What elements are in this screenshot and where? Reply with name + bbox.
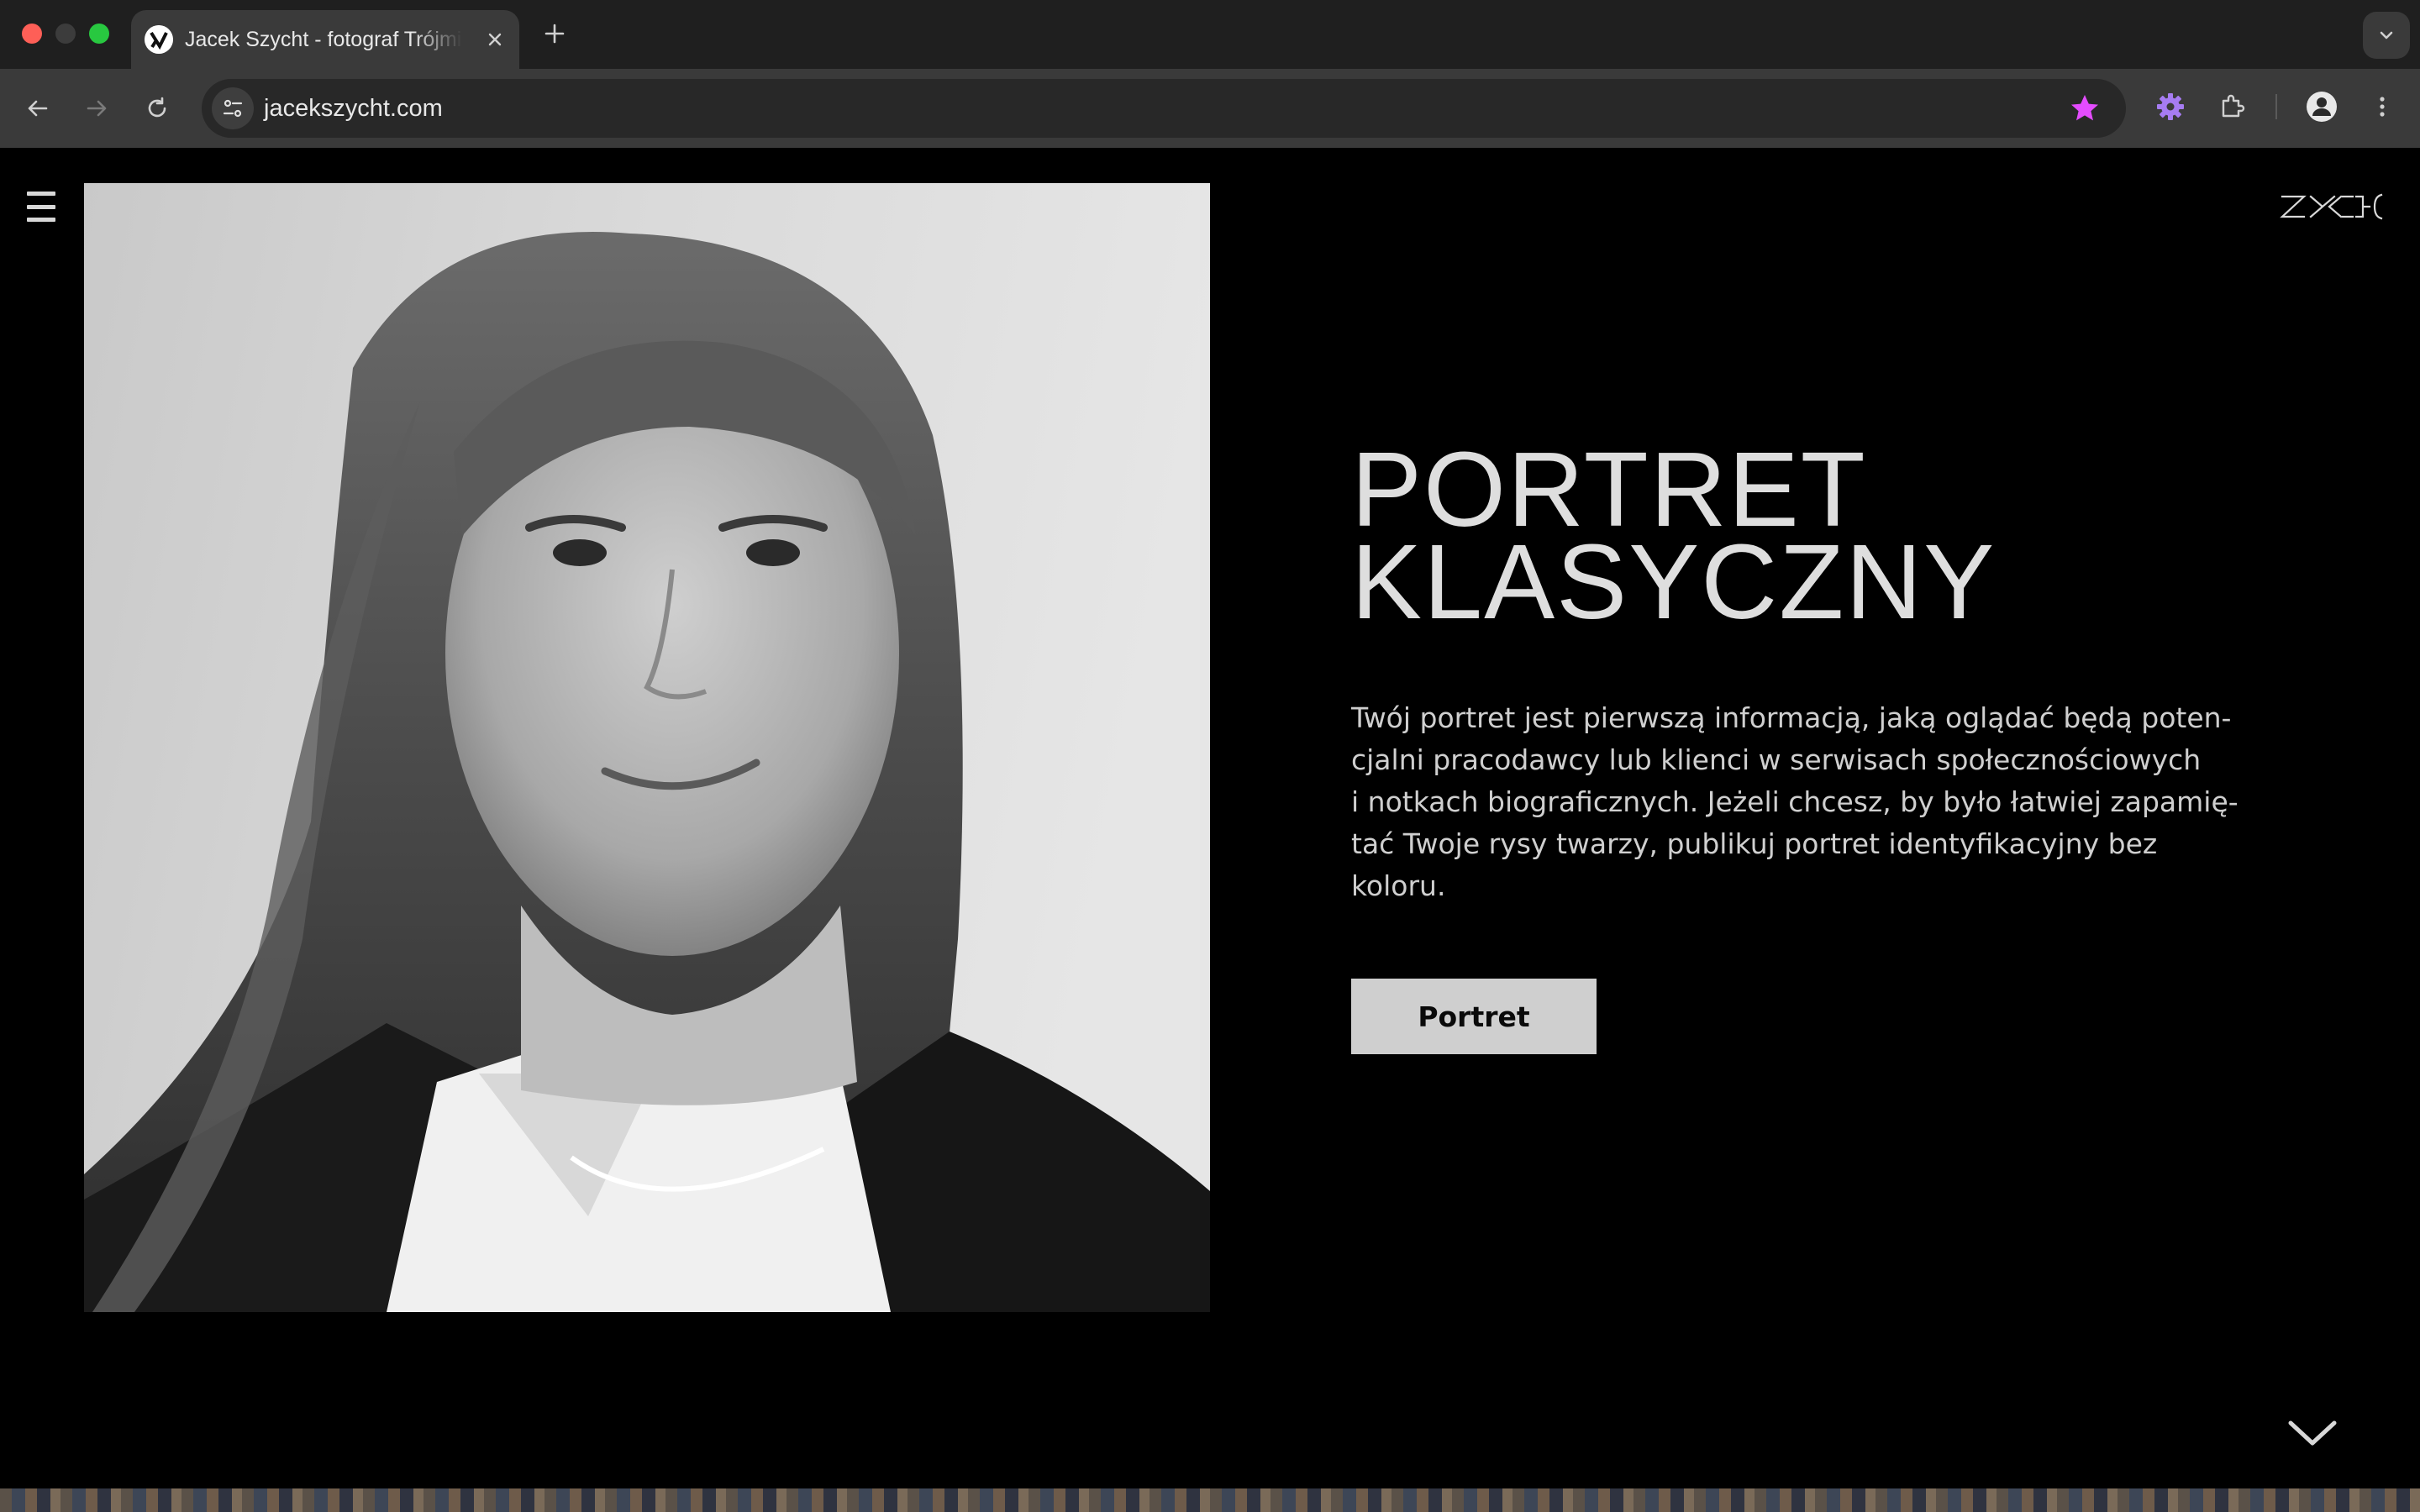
portrait-photo	[84, 183, 1210, 1312]
portret-button[interactable]: Portret	[1351, 979, 1597, 1054]
hero-description-line: cjalni pracodawcy lub klienci w serwisac…	[1351, 743, 2202, 776]
tab-close-icon[interactable]	[482, 27, 508, 52]
url-text[interactable]: jacekszycht.com	[264, 79, 443, 138]
hero-description-line: tać Twoje rysy twarzy, publikuj portret …	[1351, 827, 2158, 860]
hamburger-icon[interactable]	[27, 192, 55, 222]
site-logo[interactable]	[2279, 190, 2386, 223]
extension-gear-icon[interactable]	[2151, 87, 2190, 126]
hero-description-line: koloru.	[1351, 869, 1446, 902]
tab-title: Jacek Szycht - fotograf Trójmiasto	[185, 28, 462, 51]
hero-description-line: i notkach biograficznych. Jeżeli chcesz,…	[1351, 785, 2238, 818]
browser-menu-icon[interactable]	[2363, 87, 2402, 126]
next-section-preview	[0, 1488, 2420, 1512]
browser-tab-active[interactable]: Jacek Szycht - fotograf Trójmiasto	[131, 10, 519, 69]
window-maximize-button[interactable]	[89, 24, 109, 44]
hero-description: Twój portret jest pierwszą informacją, j…	[1351, 697, 2238, 907]
address-bar[interactable]: jacekszycht.com	[202, 79, 2126, 138]
bookmark-star-icon[interactable]	[2069, 92, 2101, 124]
window-close-button[interactable]	[22, 24, 42, 44]
profile-avatar-icon[interactable]	[2302, 87, 2341, 126]
site-favicon-icon	[145, 25, 173, 54]
page-content: PORTRET KLASYCZNY Twój portret jest pier…	[0, 148, 2420, 1512]
back-button[interactable]	[18, 89, 57, 128]
reload-button[interactable]	[138, 89, 176, 128]
tab-search-button[interactable]	[2363, 12, 2410, 59]
hero-description-line: Twój portret jest pierwszą informacją, j…	[1351, 701, 2232, 734]
hero-title: PORTRET KLASYCZNY	[1351, 437, 2275, 641]
site-info-icon[interactable]	[212, 87, 254, 129]
forward-button[interactable]	[77, 89, 116, 128]
browser-tab-bar: Jacek Szycht - fotograf Trójmiasto	[0, 0, 2420, 69]
hero-title-line: KLASYCZNY	[1351, 522, 1996, 641]
extensions-puzzle-icon[interactable]	[2213, 87, 2252, 126]
toolbar-separator	[2275, 94, 2277, 119]
window-minimize-button[interactable]	[55, 24, 76, 44]
chevron-down-icon[interactable]	[2287, 1418, 2338, 1448]
browser-toolbar: jacekszycht.com	[0, 69, 2420, 148]
new-tab-button[interactable]	[539, 18, 570, 49]
